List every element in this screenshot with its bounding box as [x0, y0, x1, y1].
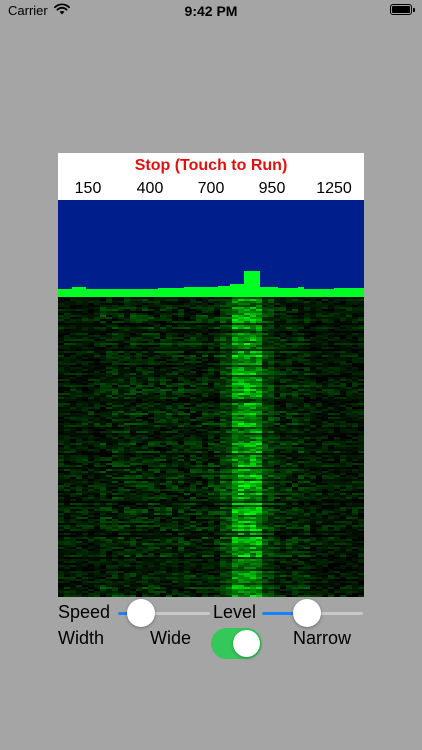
- narrow-label: Narrow: [293, 628, 352, 648]
- waterfall-display[interactable]: [58, 297, 364, 597]
- spectrum-panel: Stop (Touch to Run) 150 400 700 950 1250: [58, 153, 364, 597]
- toggle-knob: [233, 630, 260, 657]
- clock: 9:42 PM: [184, 3, 238, 19]
- status-bar: Carrier 9:42 PM: [0, 0, 422, 24]
- frequency-label: 950: [258, 180, 286, 197]
- frequency-label: 700: [197, 180, 225, 197]
- speed-label: Speed: [58, 602, 111, 622]
- frequency-axis: 150 400 700 950 1250: [58, 180, 364, 200]
- spectrum-graph[interactable]: [58, 200, 364, 297]
- frequency-label: 400: [136, 180, 164, 197]
- width-label: Width: [58, 628, 105, 648]
- level-label: Level: [213, 602, 257, 622]
- run-toggle-label[interactable]: Stop (Touch to Run): [58, 157, 364, 175]
- spectrum-trace: [58, 271, 364, 297]
- level-slider-thumb[interactable]: [293, 599, 322, 627]
- speed-slider[interactable]: [118, 599, 210, 627]
- speed-slider-thumb[interactable]: [127, 599, 155, 627]
- frequency-label: 1250: [316, 180, 352, 197]
- level-slider[interactable]: [262, 599, 363, 627]
- battery-icon: [390, 4, 415, 15]
- width-toggle[interactable]: [211, 628, 262, 659]
- frequency-label: 150: [74, 180, 102, 197]
- wide-label: Wide: [150, 628, 192, 648]
